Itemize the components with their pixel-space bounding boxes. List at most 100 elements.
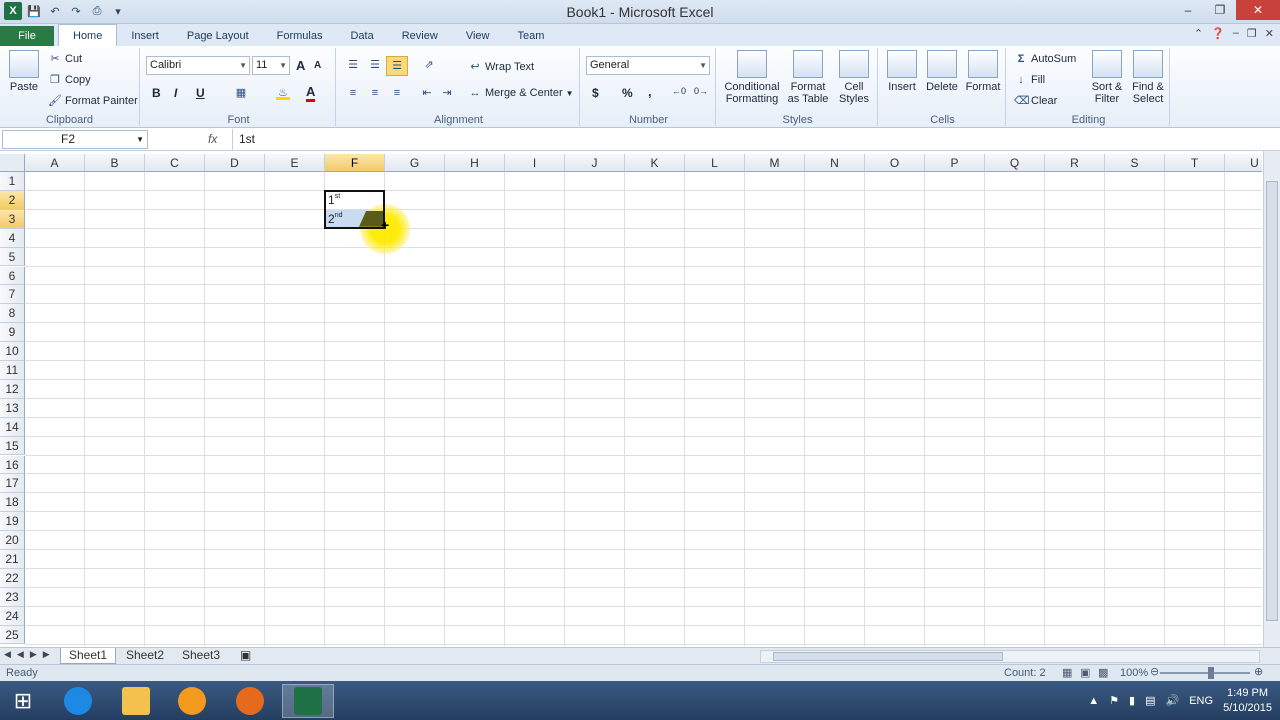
number-format-combo[interactable]: General ▼ (586, 56, 710, 75)
row-header-4[interactable]: 4 (0, 228, 25, 248)
conditional-formatting-button[interactable]: Conditional Formatting (720, 50, 784, 105)
name-box[interactable]: F2 ▼ (2, 130, 148, 149)
row-header-10[interactable]: 10 (0, 342, 25, 361)
insert-cells-button[interactable]: Insert (882, 50, 922, 93)
tab-view[interactable]: View (452, 26, 504, 46)
insert-function-icon[interactable]: fx (208, 132, 217, 146)
excel-taskbar-icon[interactable] (282, 684, 334, 718)
tab-data[interactable]: Data (336, 26, 387, 46)
column-header-a[interactable]: A (25, 154, 85, 172)
row-header-13[interactable]: 13 (0, 398, 25, 418)
column-header-n[interactable]: N (805, 154, 865, 172)
column-header-u[interactable]: U (1225, 154, 1262, 172)
select-all-button[interactable] (0, 154, 25, 172)
increase-indent-button[interactable]: ⇥ (440, 86, 454, 100)
network-icon[interactable]: ▤ (1145, 694, 1155, 707)
tab-review[interactable]: Review (388, 26, 452, 46)
row-header-11[interactable]: 11 (0, 361, 25, 380)
row-header-19[interactable]: 19 (0, 512, 25, 532)
row-header-6[interactable]: 6 (0, 266, 25, 286)
copy-button[interactable]: ❐ Copy (48, 73, 91, 87)
percent-button[interactable]: % (622, 86, 633, 100)
cell-styles-button[interactable]: Cell Styles (834, 50, 874, 105)
row-header-18[interactable]: 18 (0, 493, 25, 513)
zoom-slider[interactable] (1160, 672, 1250, 674)
workbook-minimize-icon[interactable]: – (1233, 27, 1239, 40)
sheet-tab-1[interactable]: Sheet1 (60, 648, 117, 664)
row-header-24[interactable]: 24 (0, 606, 25, 626)
workbook-restore-icon[interactable]: ❐ (1247, 27, 1257, 40)
column-header-s[interactable]: S (1105, 154, 1165, 172)
insert-sheet-icon[interactable]: ▣ (232, 648, 259, 664)
row-header-20[interactable]: 20 (0, 531, 25, 550)
minimize-ribbon-icon[interactable]: ⌃ (1194, 27, 1203, 40)
column-header-l[interactable]: L (685, 154, 745, 172)
align-left-button[interactable]: ≡ (346, 86, 360, 100)
show-hidden-icons[interactable]: ▲ (1088, 695, 1099, 707)
row-header-3[interactable]: 3 (0, 209, 25, 229)
align-bottom-button[interactable]: ☰ (386, 56, 408, 76)
internet-explorer-icon[interactable] (52, 684, 104, 718)
help-icon[interactable]: ❓ (1211, 27, 1225, 40)
zoom-in-icon[interactable]: ⊕ (1254, 665, 1263, 678)
bold-button[interactable]: B (152, 86, 161, 100)
row-header-14[interactable]: 14 (0, 417, 25, 437)
firefox-icon[interactable] (224, 684, 276, 718)
find-select-button[interactable]: Find & Select (1128, 50, 1168, 105)
orientation-button[interactable]: ⇗ (422, 58, 436, 72)
column-header-g[interactable]: G (385, 154, 445, 172)
column-header-q[interactable]: Q (985, 154, 1045, 172)
decrease-decimal-button[interactable]: 0→ (694, 86, 708, 96)
tab-home[interactable]: Home (58, 24, 118, 46)
align-center-button[interactable]: ≡ (368, 86, 382, 100)
increase-decimal-button[interactable]: ←0 (672, 86, 686, 96)
column-header-r[interactable]: R (1045, 154, 1105, 172)
column-header-t[interactable]: T (1165, 154, 1225, 172)
row-header-9[interactable]: 9 (0, 323, 25, 343)
format-as-table-button[interactable]: Format as Table (784, 50, 832, 105)
tab-page-layout[interactable]: Page Layout (173, 26, 263, 46)
vertical-scrollbar[interactable] (1263, 151, 1280, 648)
sheet-tab-2[interactable]: Sheet2 (118, 648, 172, 664)
worksheet-grid[interactable]: A B C D E F G H I J K L M N O P Q R S T U 1 2 3 4 5 6 7 8 9 10 11 12 13 14… (0, 154, 1262, 646)
italic-button[interactable]: I (174, 86, 177, 100)
format-painter-button[interactable]: 🖌 Format Painter (48, 94, 138, 108)
sort-filter-button[interactable]: Sort & Filter (1088, 50, 1126, 105)
page-break-view-icon[interactable]: ▩ (1098, 666, 1108, 679)
wrap-text-button[interactable]: ↩ Wrap Text (468, 60, 534, 74)
row-header-5[interactable]: 5 (0, 247, 25, 267)
row-header-8[interactable]: 8 (0, 304, 25, 324)
close-button[interactable]: ✕ (1236, 0, 1280, 20)
tab-insert[interactable]: Insert (117, 26, 173, 46)
fill-button[interactable]: ↓ Fill (1014, 73, 1045, 87)
borders-button[interactable]: ▦ (234, 86, 248, 100)
fill-color-button[interactable]: ♨ (276, 86, 290, 100)
formula-input[interactable]: 1st (232, 129, 1262, 150)
sheet-tab-3[interactable]: Sheet3 (174, 648, 228, 664)
font-color-button[interactable]: A (306, 84, 316, 102)
horizontal-scrollbar[interactable] (760, 650, 1260, 663)
align-right-button[interactable]: ≡ (390, 86, 404, 100)
restore-button[interactable]: ❐ (1204, 0, 1236, 20)
zoom-level[interactable]: 100% (1120, 667, 1148, 679)
workbook-close-icon[interactable]: ✕ (1265, 27, 1274, 40)
currency-button[interactable]: $ (592, 86, 599, 100)
sheet-nav-buttons[interactable]: ◀◀▶▶ (4, 649, 56, 660)
row-header-16[interactable]: 16 (0, 455, 25, 475)
column-header-f[interactable]: F (325, 154, 385, 172)
vertical-scroll-thumb[interactable] (1266, 181, 1278, 621)
grow-font-button[interactable]: A (296, 58, 305, 73)
clock[interactable]: 1:49 PM 5/10/2015 (1223, 686, 1272, 716)
tab-file[interactable]: File (0, 26, 54, 46)
windows-start-icon[interactable]: ⊞ (8, 687, 38, 715)
tab-formulas[interactable]: Formulas (263, 26, 337, 46)
clear-button[interactable]: ⌫ Clear (1014, 94, 1057, 108)
media-player-icon[interactable] (166, 684, 218, 718)
row-header-21[interactable]: 21 (0, 550, 25, 569)
column-header-h[interactable]: H (445, 154, 505, 172)
shrink-font-button[interactable]: A (314, 60, 321, 71)
comma-button[interactable]: , (648, 84, 652, 99)
normal-view-icon[interactable]: ▦ (1062, 666, 1072, 679)
column-header-m[interactable]: M (745, 154, 805, 172)
minimize-button[interactable]: – (1172, 0, 1204, 20)
